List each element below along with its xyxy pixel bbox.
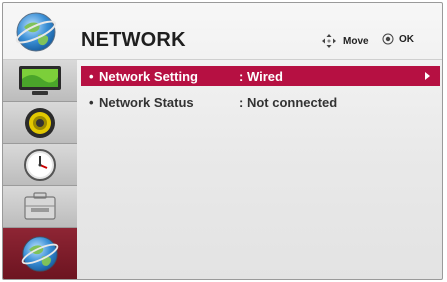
sidebar-item-option[interactable] bbox=[3, 186, 77, 228]
globe-icon bbox=[21, 236, 59, 272]
sidebar-item-network[interactable] bbox=[3, 228, 77, 279]
menu-header: NETWORK Move OK bbox=[3, 3, 442, 60]
move-hint-label: Move bbox=[343, 35, 369, 47]
speaker-icon bbox=[25, 107, 55, 138]
menu-item-network-setting[interactable]: • Network Setting : Wired bbox=[81, 66, 440, 86]
menu-content: • Network Setting : Wired • Network Stat… bbox=[77, 60, 442, 279]
page-title: NETWORK bbox=[81, 29, 186, 51]
network-setting-value: : Wired bbox=[239, 68, 283, 84]
bullet: • bbox=[89, 94, 94, 110]
network-setting-label: Network Setting bbox=[99, 68, 198, 84]
bullet: • bbox=[89, 68, 94, 84]
osd-window: NETWORK Move OK • Network Setting: Wire… bbox=[2, 2, 443, 280]
network-status-value: : Not connected bbox=[239, 94, 338, 110]
clock-icon bbox=[24, 148, 56, 181]
sidebar-item-picture[interactable] bbox=[3, 60, 77, 102]
toolbox-icon bbox=[24, 191, 56, 220]
ok-button-icon bbox=[382, 33, 394, 45]
ok-hint: OK bbox=[382, 33, 414, 45]
sidebar-item-time[interactable] bbox=[3, 144, 77, 186]
sidebar-item-audio[interactable] bbox=[3, 102, 77, 144]
tv-screen-icon bbox=[19, 65, 61, 95]
network-status-label: Network Status bbox=[99, 94, 194, 110]
dpad-icon bbox=[322, 34, 336, 48]
category-sidebar bbox=[3, 60, 77, 279]
chevron-right-icon bbox=[425, 72, 430, 80]
ok-hint-label: OK bbox=[399, 33, 414, 45]
menu-item-network-status[interactable]: • Network Status : Not connected bbox=[81, 92, 440, 112]
move-hint: Move bbox=[321, 33, 369, 49]
globe-icon bbox=[15, 12, 57, 52]
